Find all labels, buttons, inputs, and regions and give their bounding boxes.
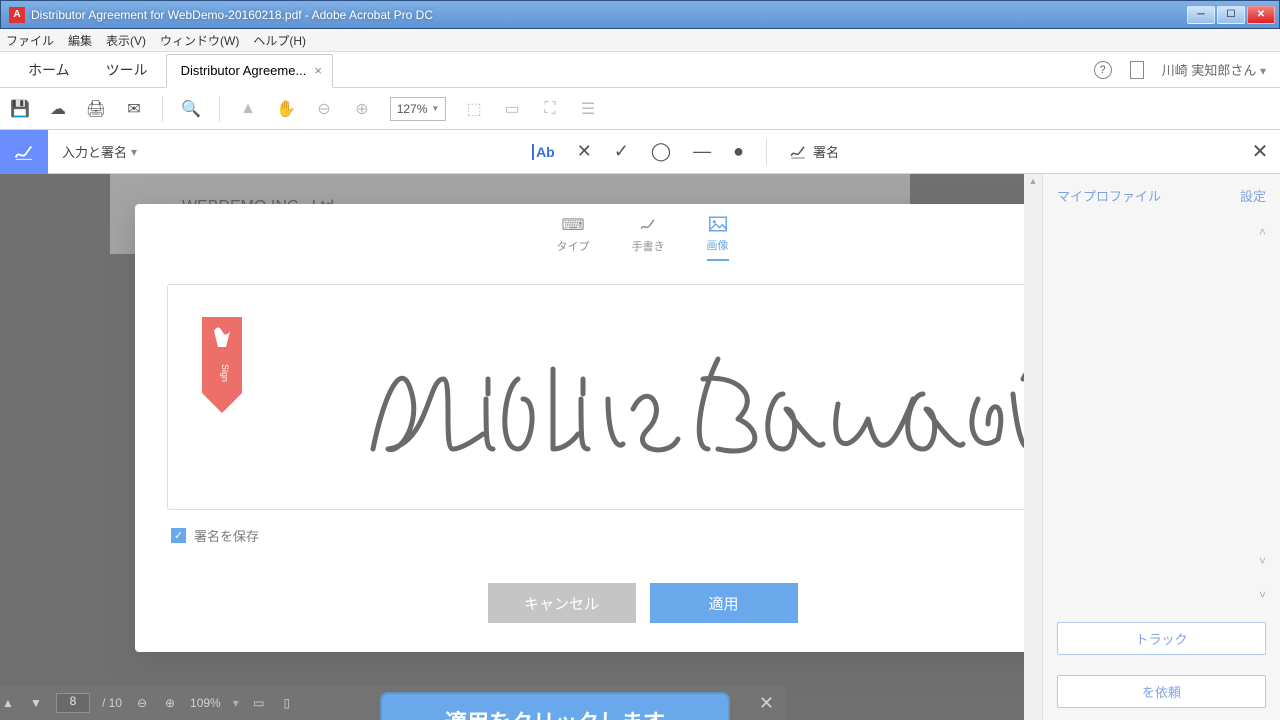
- fill-sign-dropdown[interactable]: 入力と署名▾: [48, 142, 151, 161]
- pointer-icon[interactable]: ▲: [238, 99, 258, 119]
- my-profile-label[interactable]: マイプロファイル: [1057, 186, 1161, 205]
- minimize-button[interactable]: ─: [1187, 6, 1215, 24]
- scrollbar[interactable]: ▲: [1024, 174, 1042, 720]
- page-input[interactable]: 8: [56, 693, 90, 713]
- zoom-out-footer-icon[interactable]: ⊖: [134, 695, 150, 711]
- user-menu[interactable]: 川崎 実知郎さん ▾: [1162, 60, 1266, 79]
- menubar: ファイル 編集 表示(V) ウィンドウ(W) ヘルプ(H): [0, 29, 1280, 52]
- apply-button[interactable]: 適用: [650, 583, 798, 623]
- document-area: WEBDEMO INC., Ltd. ▲ ▼ 8 / 10 ⊖ ⊕ 109%▾ …: [0, 174, 1280, 720]
- cancel-button[interactable]: キャンセル: [488, 583, 636, 623]
- titlebar: A Distributor Agreement for WebDemo-2016…: [0, 0, 1280, 29]
- keyboard-icon: ⌨: [562, 216, 584, 234]
- window-title: Distributor Agreement for WebDemo-201602…: [31, 8, 1187, 22]
- print-icon[interactable]: 🖨: [86, 99, 106, 119]
- zoom-out-icon[interactable]: ⊖: [314, 99, 334, 119]
- zoom-select[interactable]: 127%▼: [390, 97, 446, 121]
- window-buttons: ─ ☐ ✕: [1187, 6, 1275, 24]
- close-footer-icon[interactable]: ✕: [759, 693, 774, 714]
- cross-tool[interactable]: ✕: [577, 141, 592, 162]
- zoom-in-footer-icon[interactable]: ⊕: [162, 695, 178, 711]
- sign-button[interactable]: 署名: [789, 142, 859, 161]
- app-icon: A: [9, 7, 25, 23]
- save-icon[interactable]: 💾: [10, 99, 30, 119]
- fit-page-icon[interactable]: ▭: [502, 99, 522, 119]
- layout2-icon[interactable]: ▯: [279, 695, 295, 711]
- toolbar-separator: [162, 96, 163, 122]
- toolbar-separator: [219, 96, 220, 122]
- line-tool[interactable]: ―: [693, 141, 711, 162]
- save-signature-row: ✓ 署名を保存: [171, 526, 1024, 545]
- pen-icon: [637, 216, 659, 234]
- tutorial-callout: 適用をクリックします: [380, 692, 730, 720]
- chevron-down-icon[interactable]: ˅: [1259, 588, 1266, 602]
- notifications-icon[interactable]: [1130, 61, 1144, 79]
- track-button[interactable]: トラック: [1057, 622, 1266, 655]
- tab-tools[interactable]: ツール: [88, 52, 166, 87]
- cloud-icon[interactable]: ☁: [48, 99, 68, 119]
- tab-home[interactable]: ホーム: [10, 52, 88, 87]
- page-total: / 10: [102, 696, 122, 710]
- zoom-value: 109%: [190, 696, 221, 710]
- circle-tool[interactable]: ◯: [651, 141, 671, 162]
- document-tab-label: Distributor Agreeme...: [181, 63, 307, 78]
- dialog-buttons: キャンセル 適用: [135, 583, 1024, 623]
- save-signature-checkbox[interactable]: ✓: [171, 528, 186, 543]
- callout-text: 適用をクリックします: [445, 705, 665, 720]
- tab-draw[interactable]: 手書き: [632, 216, 665, 260]
- menu-edit[interactable]: 編集: [68, 32, 92, 49]
- help-icon[interactable]: ?: [1094, 61, 1112, 79]
- toolbar: 💾 ☁ 🖨 ✉ 🔍 ▲ ✋ ⊖ ⊕ 127%▼ ⬚ ▭ ⛶ ☰: [0, 88, 1280, 130]
- tab-image[interactable]: 画像: [707, 215, 729, 261]
- menu-file[interactable]: ファイル: [6, 32, 54, 49]
- layout-icon[interactable]: ▭: [251, 695, 267, 711]
- close-window-button[interactable]: ✕: [1247, 6, 1275, 24]
- text-tool[interactable]: Ab: [532, 144, 555, 160]
- zoom-in-icon[interactable]: ⊕: [352, 99, 372, 119]
- dialog-tabs: ⌨ タイプ 手書き 画像: [135, 204, 1024, 264]
- signature-preview: Sign 消去: [167, 284, 1024, 510]
- menu-window[interactable]: ウィンドウ(W): [160, 32, 239, 49]
- image-icon: [707, 215, 729, 233]
- chevron-up-icon[interactable]: ˄: [1259, 225, 1266, 239]
- maintabs: ホーム ツール Distributor Agreeme... × ? 川崎 実知…: [0, 52, 1280, 88]
- toolbar-separator: [766, 139, 767, 165]
- tab-type[interactable]: ⌨ タイプ: [557, 216, 590, 260]
- check-tool[interactable]: ✓: [614, 141, 629, 162]
- document-background: WEBDEMO INC., Ltd. ▲ ▼ 8 / 10 ⊖ ⊕ 109%▾ …: [0, 174, 1024, 720]
- fullscreen-icon[interactable]: ⛶: [540, 99, 560, 119]
- svg-text:Sign: Sign: [220, 364, 230, 382]
- close-fill-sign-button[interactable]: ✕: [1240, 139, 1280, 164]
- more-tools-icon[interactable]: ☰: [578, 99, 598, 119]
- save-signature-label: 署名を保存: [194, 526, 259, 545]
- adobe-sign-ribbon: Sign: [202, 317, 242, 411]
- scroll-up-icon[interactable]: ▲: [1029, 176, 1038, 186]
- menu-help[interactable]: ヘルプ(H): [253, 32, 306, 49]
- mail-icon[interactable]: ✉: [124, 99, 144, 119]
- prev-page-icon[interactable]: ▲: [0, 695, 16, 711]
- close-tab-icon[interactable]: ×: [314, 63, 322, 78]
- side-panel: マイプロファイル 設定 ˄ ˅ ˅ トラック を依頼: [1042, 174, 1280, 720]
- hand-icon[interactable]: ✋: [276, 99, 296, 119]
- document-tab[interactable]: Distributor Agreeme... ×: [166, 54, 333, 88]
- signature-dialog: ⌨ タイプ 手書き 画像 Sign: [135, 204, 1024, 652]
- next-page-icon[interactable]: ▼: [28, 695, 44, 711]
- search-icon[interactable]: 🔍: [181, 99, 201, 119]
- settings-link[interactable]: 設定: [1240, 186, 1266, 205]
- fill-sign-bar: 入力と署名▾ Ab ✕ ✓ ◯ ― ● 署名 ✕: [0, 130, 1280, 174]
- chevron-down-icon[interactable]: ˅: [1259, 554, 1266, 568]
- signature-image: [368, 339, 1024, 469]
- maximize-button[interactable]: ☐: [1217, 6, 1245, 24]
- request-button[interactable]: を依頼: [1057, 675, 1266, 708]
- fill-sign-icon: [0, 130, 48, 174]
- dot-tool[interactable]: ●: [733, 141, 744, 162]
- fit-width-icon[interactable]: ⬚: [464, 99, 484, 119]
- menu-view[interactable]: 表示(V): [106, 32, 146, 49]
